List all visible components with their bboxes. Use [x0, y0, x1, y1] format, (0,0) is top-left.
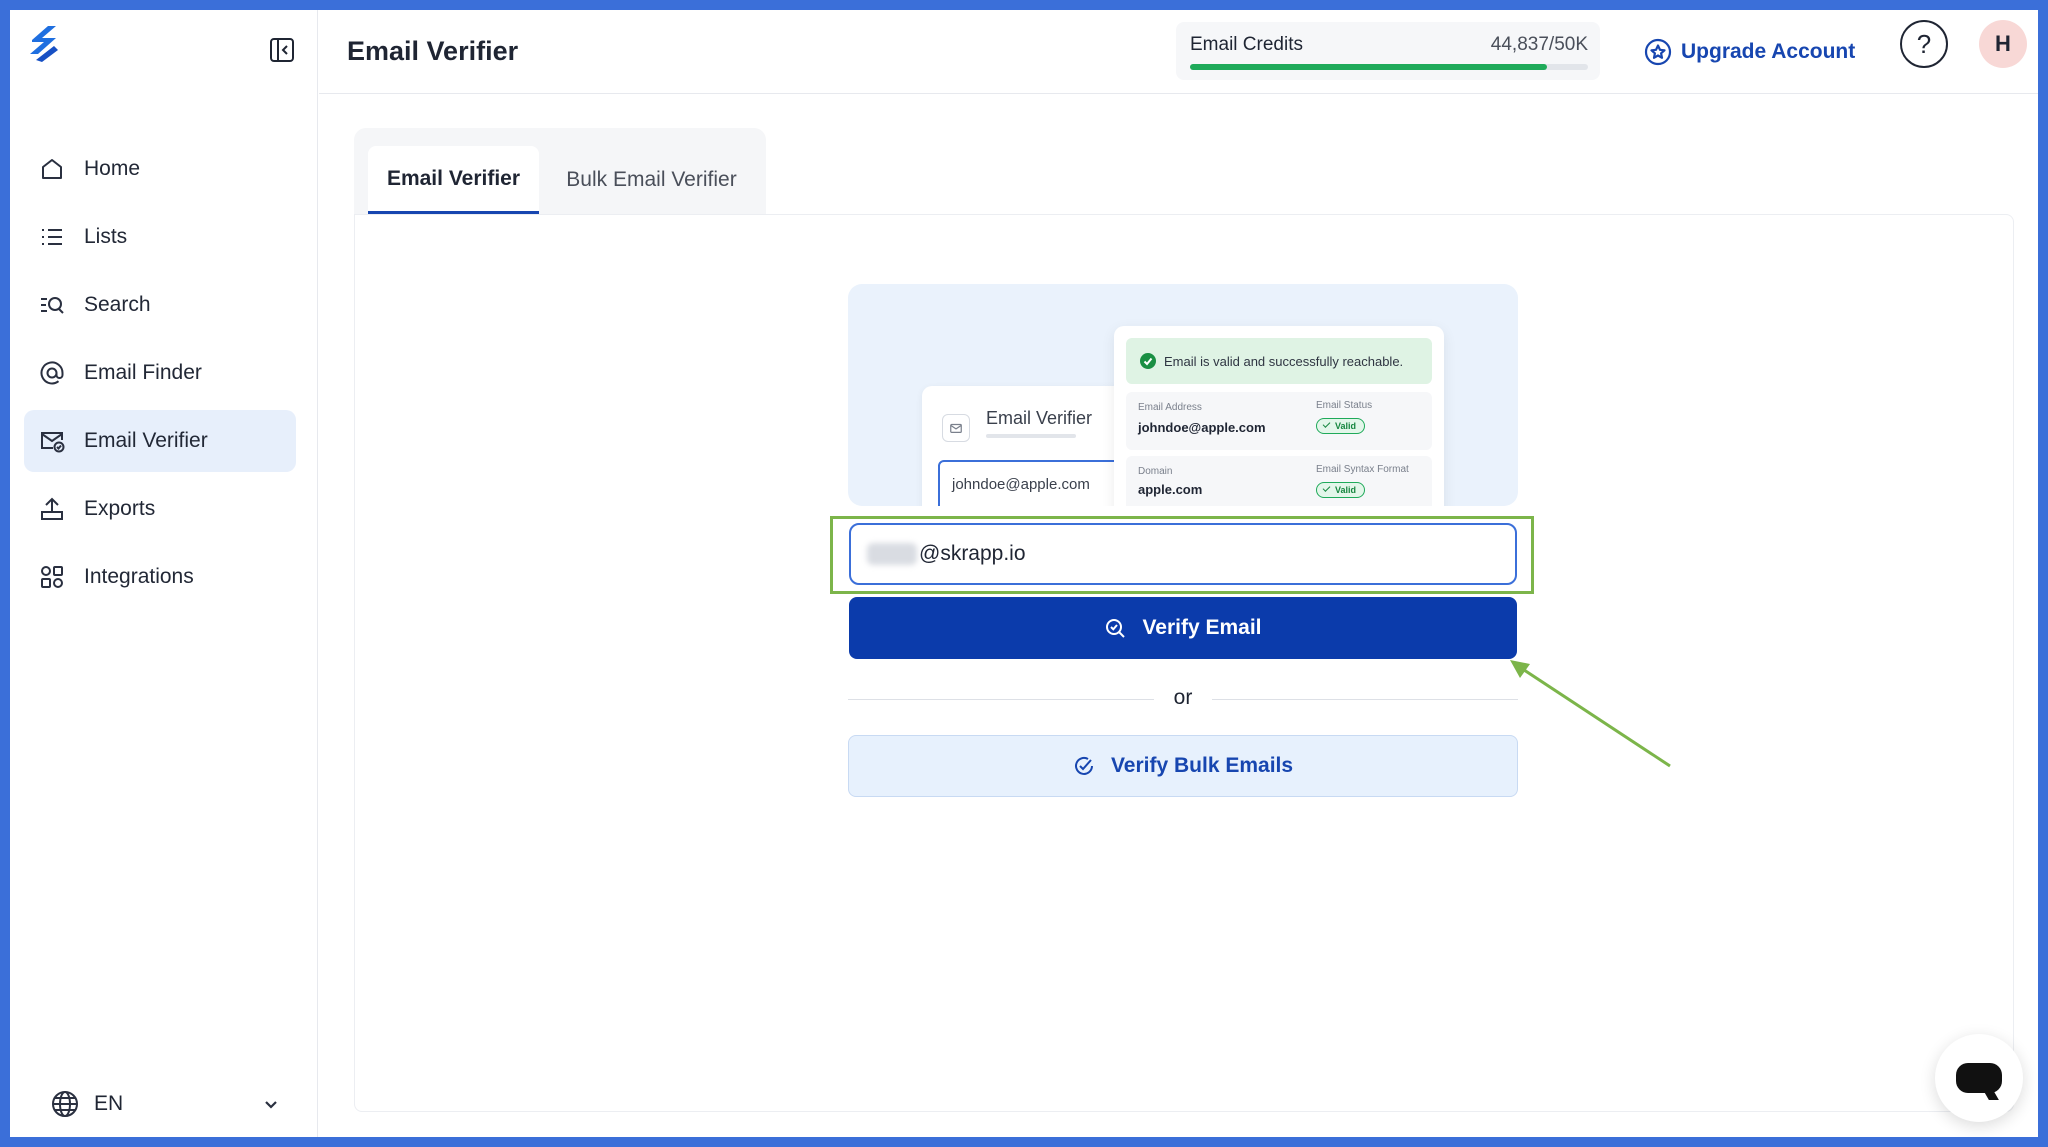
user-avatar[interactable]: H — [1979, 20, 2027, 68]
sidebar-item-search[interactable]: Search — [24, 274, 296, 336]
illustration-email-value: johndoe@apple.com — [1138, 420, 1266, 435]
verifier-tabs: Email Verifier Bulk Email Verifier — [354, 128, 766, 214]
help-button[interactable]: ? — [1900, 20, 1948, 68]
badge-star-icon — [1644, 38, 1672, 66]
email-input[interactable]: @skrapp.io — [849, 523, 1517, 585]
chat-support-button[interactable] — [1935, 1034, 2023, 1122]
sidebar-item-lists[interactable]: Lists — [24, 206, 296, 268]
sidebar-nav: Home Lists Search Email Finder Email Ver… — [24, 138, 296, 614]
sidebar-item-label: Exports — [84, 497, 156, 520]
verify-email-button[interactable]: Verify Email — [849, 597, 1517, 659]
or-text: or — [1173, 686, 1193, 709]
check-circle-icon — [1074, 756, 1093, 775]
globe-icon — [52, 1091, 78, 1117]
upgrade-account-link[interactable]: Upgrade Account — [1643, 30, 1855, 74]
tab-email-verifier[interactable]: Email Verifier — [368, 146, 539, 214]
illustration-verifier-card: Email Verifier johndoe@apple.com — [922, 386, 1142, 506]
illustration-email-input: johndoe@apple.com — [938, 460, 1138, 506]
verify-bulk-emails-label: Verify Bulk Emails — [1110, 754, 1294, 777]
verify-bulk-emails-button[interactable]: Verify Bulk Emails — [848, 735, 1518, 797]
search-check-icon — [1106, 619, 1126, 638]
search-icon — [41, 297, 64, 314]
illustration-status-banner: Email is valid and successfully reachabl… — [1126, 338, 1432, 384]
sidebar-item-label: Integrations — [84, 565, 194, 588]
illustration-syntax-label: Email Syntax Format — [1316, 464, 1409, 475]
redacted-username — [867, 543, 917, 565]
sidebar-item-label: Email Finder — [84, 361, 202, 384]
email-input-value: @skrapp.io — [919, 542, 1026, 565]
credits-progress-track — [1190, 64, 1588, 70]
sidebar-item-integrations[interactable]: Integrations — [24, 546, 296, 608]
or-divider: or — [848, 686, 1518, 710]
list-icon — [42, 229, 62, 245]
home-icon — [42, 159, 62, 179]
export-icon — [41, 497, 63, 520]
illustration-card-title: Email Verifier — [986, 408, 1093, 428]
page-title: Email Verifier — [347, 36, 519, 66]
verifier-illustration: Email Verifier johndoe@apple.com Email i… — [848, 284, 1518, 506]
credits-progress-fill — [1190, 64, 1547, 70]
illustration-email-label: Email Address — [1138, 402, 1202, 413]
illustration-domain-value: apple.com — [1138, 482, 1203, 497]
illustration-valid-badge: Valid — [1316, 418, 1366, 434]
top-header: Email Verifier Email Credits 44,837/50K … — [319, 10, 2038, 94]
chevron-down-icon — [265, 1101, 277, 1109]
sidebar-item-label: Home — [84, 157, 141, 180]
avatar-initial: H — [1995, 31, 2011, 56]
at-icon — [40, 361, 64, 385]
credits-count: 44,837/50K — [1490, 34, 1588, 55]
chat-icon — [1956, 1063, 2002, 1093]
mail-icon — [942, 414, 970, 442]
illustration-syntax-badge: Valid — [1316, 482, 1366, 498]
illustration-result-card: Email is valid and successfully reachabl… — [1114, 326, 1444, 506]
sidebar-item-label: Lists — [84, 225, 128, 248]
upgrade-account-label: Upgrade Account — [1681, 40, 1856, 63]
sidebar-item-email-verifier[interactable]: Email Verifier — [24, 410, 296, 472]
collapse-sidebar-icon[interactable] — [268, 36, 296, 64]
illustration-email-row: Email Address johndoe@apple.com Email St… — [1126, 392, 1432, 450]
credits-label: Email Credits — [1190, 34, 1303, 55]
illustration-status-text: Email is valid and successfully reachabl… — [1164, 353, 1404, 369]
help-icon: ? — [1916, 28, 1932, 59]
illustration-status-label: Email Status — [1316, 400, 1373, 411]
illustration-domain-label: Domain — [1138, 466, 1173, 477]
email-credits-meter: Email Credits 44,837/50K — [1176, 22, 1600, 80]
language-selector[interactable]: EN — [50, 1086, 280, 1122]
app-logo[interactable] — [26, 24, 62, 64]
tab-bulk-email-verifier[interactable]: Bulk Email Verifier — [549, 146, 754, 214]
illustration-domain-row: Domain apple.com Email Syntax Format Val… — [1126, 456, 1432, 506]
verify-email-label: Verify Email — [1142, 616, 1262, 639]
sidebar-item-label: Search — [84, 293, 151, 316]
sidebar-item-home[interactable]: Home — [24, 138, 296, 200]
sidebar-item-exports[interactable]: Exports — [24, 478, 296, 540]
sidebar-item-label: Email Verifier — [84, 429, 208, 452]
sidebar: Home Lists Search Email Finder Email Ver… — [10, 10, 318, 1137]
mail-check-icon — [41, 432, 65, 453]
illustration-divider — [986, 434, 1076, 438]
check-circle-icon — [1140, 353, 1156, 369]
integrations-icon — [41, 566, 63, 588]
sidebar-item-email-finder[interactable]: Email Finder — [24, 342, 296, 404]
language-label: EN — [94, 1092, 124, 1115]
